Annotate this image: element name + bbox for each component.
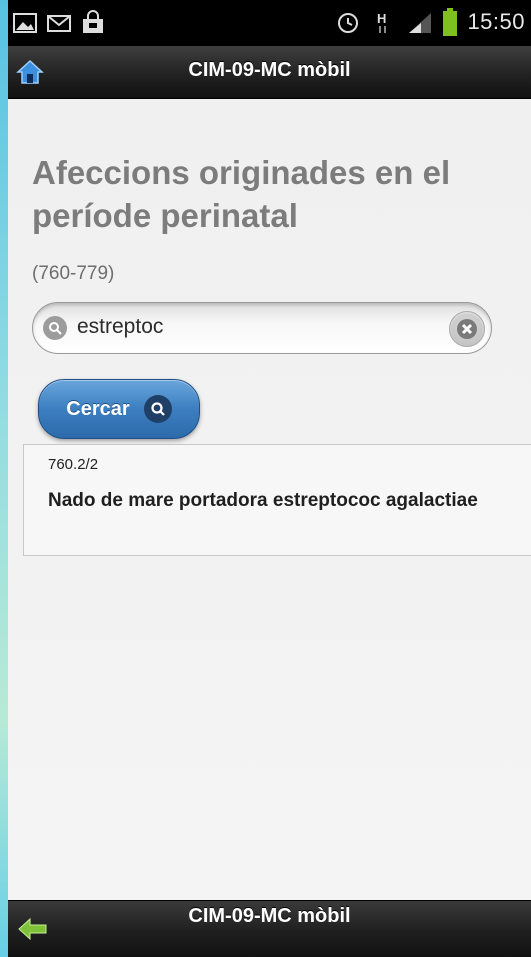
data-signal-icon: H	[377, 11, 387, 33]
search-icon	[43, 316, 67, 340]
mail-icon	[47, 15, 71, 32]
footer-title: CIM-09-MC mòbil	[188, 905, 351, 927]
notification-icons	[12, 10, 106, 36]
result-code: 760.2/2	[48, 456, 99, 473]
battery-icon	[443, 8, 458, 36]
signal-strength-icon	[409, 13, 432, 33]
close-icon	[457, 319, 477, 339]
svg-text:H: H	[377, 11, 386, 26]
system-status: H 15:50	[335, 8, 525, 36]
page-title: Afeccions originades en el període perin…	[32, 154, 451, 234]
app-footer: CIM-09-MC mòbil	[8, 900, 531, 957]
result-list: 760.2/2 Nado de mare portadora estreptoc…	[23, 444, 531, 556]
code-range: (760-779)	[32, 263, 115, 284]
search-box	[32, 302, 492, 354]
shopping-bag-icon	[83, 10, 103, 33]
search-button-label: Cercar	[66, 397, 130, 420]
result-description: Nado de mare portadora estreptococ agala…	[48, 490, 478, 511]
screen-edge	[0, 0, 8, 957]
alarm-icon	[338, 13, 359, 33]
search-button[interactable]: Cercar	[38, 379, 200, 439]
clock: 15:50	[467, 9, 525, 34]
app-header: CIM-09-MC mòbil	[8, 46, 531, 99]
search-icon	[143, 395, 172, 423]
header-title: CIM-09-MC mòbil	[188, 59, 351, 81]
status-bar: H 15:50	[8, 0, 531, 46]
clear-search-button[interactable]	[449, 311, 485, 347]
main-content: Afeccions originades en el període perin…	[8, 99, 531, 901]
search-input[interactable]	[77, 311, 437, 343]
image-icon	[13, 13, 37, 33]
